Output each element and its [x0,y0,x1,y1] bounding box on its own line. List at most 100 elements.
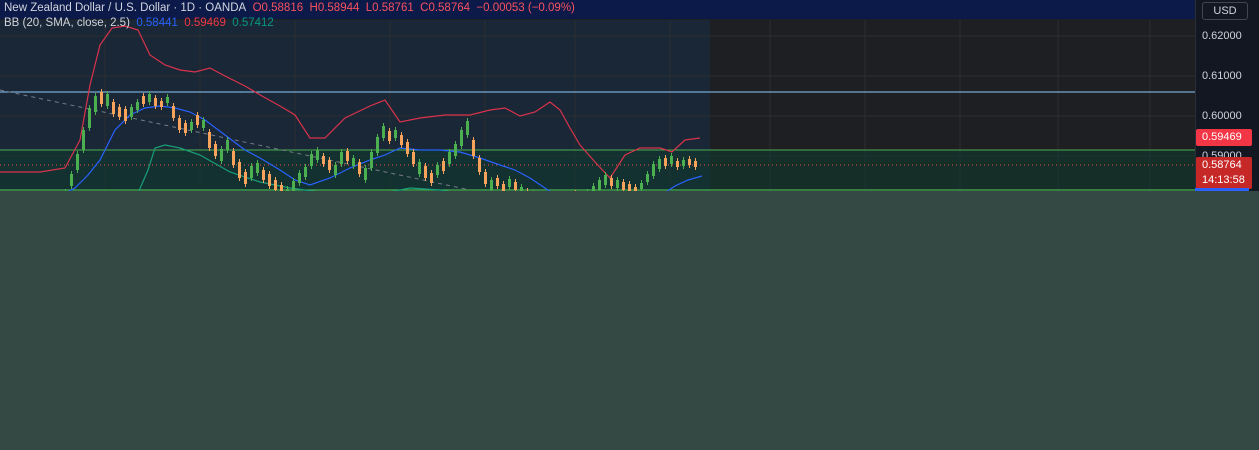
candle-body [112,102,115,114]
candle-body [652,164,655,176]
candle-body [232,151,235,165]
candle-body [694,161,697,167]
candle-body [436,165,439,175]
candle-body [82,130,85,150]
candle-body [172,106,175,118]
candle-body [352,158,355,166]
candle-body [292,181,295,191]
candle-body [328,160,331,170]
candle-body [274,180,277,190]
candle-body [454,144,457,156]
close-value: C0.58764 [420,2,471,14]
candle-body [430,173,433,183]
bb-lower-value: 0.57412 [232,17,274,29]
candle-body [664,158,667,166]
candle-body [88,108,91,128]
bb-upper-value: 0.59469 [184,17,226,29]
candle-body [346,151,349,161]
candle-body [268,174,271,186]
candle-body [148,94,151,102]
price-tick: 0.60000 [1202,110,1242,122]
candle-body [484,172,487,184]
candle-body [196,115,199,125]
candle-body [478,158,481,172]
candle-body [688,159,691,165]
symbol-title[interactable]: New Zealand Dollar / U.S. Dollar · 1D · … [4,2,246,14]
upper-band-tag: 0.59469 [1196,129,1252,146]
candle-body [640,183,643,189]
candle-body [106,94,109,106]
candle-body [256,163,259,173]
candle-body [76,154,79,170]
lower-empty-area [0,191,1259,450]
indicator-legend[interactable]: BB (20, SMA, close, 2.5) 0.58441 0.59469… [4,17,274,29]
bb-basis-value: 0.58441 [136,17,178,29]
candle-body [154,98,157,106]
high-value: H0.58944 [309,2,360,14]
candle-body [184,123,187,133]
candle-body [226,140,229,150]
candle-body [394,130,397,138]
low-value: L0.58761 [365,2,414,14]
candle-body [382,126,385,138]
candle-body [496,178,499,186]
candle-body [682,160,685,166]
candle-body [412,152,415,164]
candle-body [214,144,217,156]
candle-body [238,162,241,178]
candle-body [220,149,223,161]
candle-body [418,162,421,174]
price-tick: 0.61000 [1202,70,1242,82]
candle-body [298,173,301,183]
candle-body [508,179,511,187]
candle-body [466,121,469,135]
candle-body [658,159,661,169]
price-axis[interactable]: USD 0.62000 0.61000 0.60000 0.59000 0.59… [1195,0,1259,191]
candle-body [364,168,367,180]
candle-body [616,180,619,188]
candle-body [316,150,319,160]
candle-body [406,142,409,154]
chart-region[interactable]: New Zealand Dollar / U.S. Dollar · 1D · … [0,0,1259,191]
candle-body [358,162,361,174]
candle-body [244,172,247,184]
candle-body [124,109,127,121]
candle-body [502,184,505,191]
candle-body [472,140,475,156]
candle-body [166,97,169,103]
candle-body [202,120,205,128]
candle-body [208,132,211,148]
price-tick: 0.62000 [1202,30,1242,42]
candle-body [322,156,325,164]
candle-body [610,178,613,186]
candle-body [370,152,373,168]
candle-body [670,156,673,164]
candle-body [622,182,625,190]
candle-body [448,152,451,164]
candle-body [190,122,193,130]
candle-body [604,175,607,185]
candle-body [334,165,337,175]
candle-body [388,131,391,141]
candle-body [424,166,427,178]
candle-body [376,137,379,153]
candle-body [100,92,103,104]
candle-body [340,152,343,164]
open-value: O0.58816 [252,2,304,14]
candle-body [400,135,403,145]
candle-body [70,174,73,186]
candle-body [676,161,679,167]
candle-body [646,174,649,182]
candle-body [136,102,139,110]
candle-body [178,118,181,130]
candle-body [160,101,163,107]
bar-countdown: 14:13:58 [1196,172,1252,189]
change-value: −0.00053 (−0.09%) [476,2,575,14]
range-zone [0,150,1195,191]
indicator-name[interactable]: BB (20, SMA, close, 2.5) [4,17,130,29]
candle-body [94,96,97,112]
candle-body [460,130,463,146]
candle-body [442,161,445,171]
currency-button[interactable]: USD [1202,2,1248,20]
candle-body [490,180,493,190]
